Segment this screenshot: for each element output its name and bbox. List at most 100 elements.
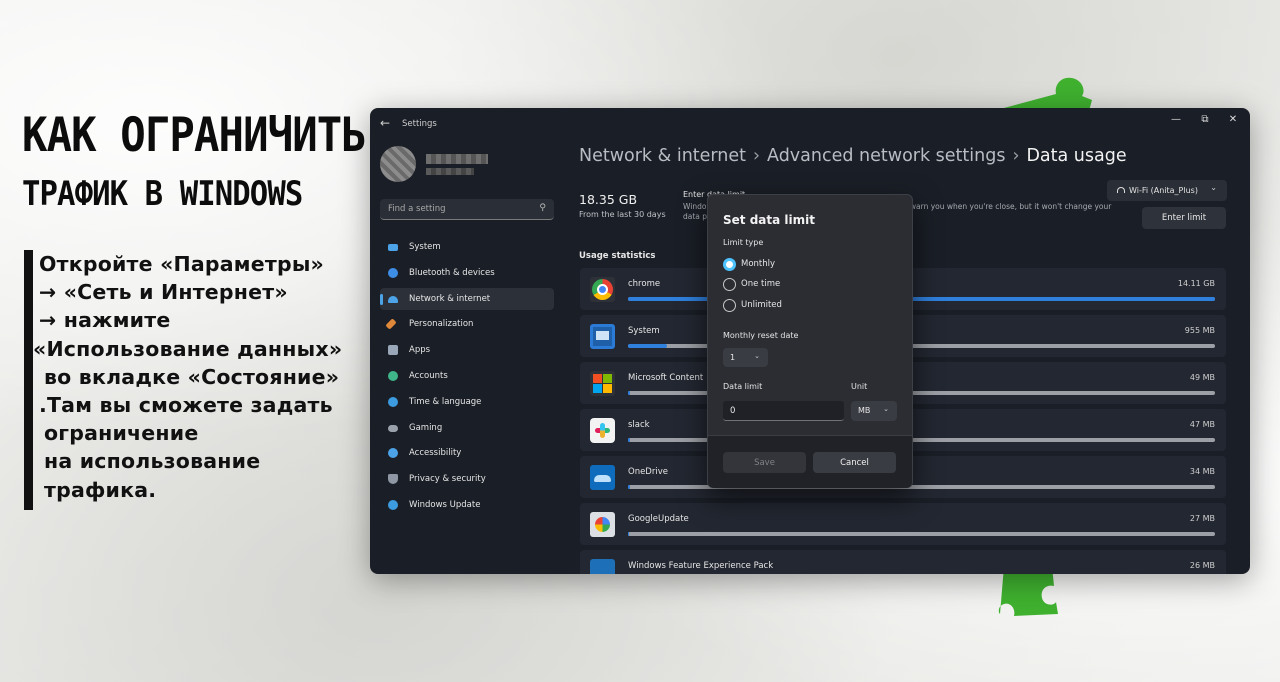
instruction-line: Откройте «Параметры» [39, 252, 325, 276]
radio-one-time[interactable] [723, 278, 736, 291]
chevron-down-icon: ⌄ [1210, 183, 1217, 192]
unit-dropdown[interactable]: MB ⌄ [851, 401, 897, 421]
bluetooth-icon [388, 267, 398, 278]
sidebar-item-label: Gaming [409, 422, 443, 433]
sidebar-item-accessibility[interactable]: Accessibility [380, 442, 554, 464]
sidebar-item-system[interactable]: System [380, 236, 554, 258]
system-app-icon [590, 324, 615, 349]
sidebar-item-privacy[interactable]: Privacy & security [380, 468, 554, 490]
instruction-line: трафика. [44, 477, 157, 502]
usage-statistics-heading: Usage statistics [579, 251, 656, 261]
sidebar-item-apps[interactable]: Apps [380, 339, 554, 361]
onedrive-icon [590, 465, 615, 490]
app-name: Windows Feature Experience Pack [628, 561, 774, 571]
enter-limit-button[interactable]: Enter limit [1142, 207, 1226, 229]
slack-icon [590, 418, 615, 443]
app-usage: 49 MB [1189, 373, 1215, 382]
sidebar-item-label: Network & internet [409, 293, 491, 304]
sidebar-item-personalization[interactable]: Personalization [380, 313, 554, 335]
sidebar-item-label: Bluetooth & devices [409, 267, 495, 278]
data-limit-label: Data limit [723, 382, 763, 391]
sidebar-item-accounts[interactable]: Accounts [380, 365, 554, 387]
usage-bar-fill [628, 344, 667, 348]
list-item[interactable]: Windows Feature Experience Pack 26 MB [580, 550, 1226, 574]
breadcrumb-network[interactable]: Network & internet [579, 146, 746, 166]
instruction-line: «Использование данных» [33, 336, 343, 361]
breadcrumb-advanced[interactable]: Advanced network settings [767, 146, 1005, 166]
chevron-down-icon: ⌄ [754, 352, 760, 360]
feature-pack-icon [590, 559, 615, 574]
instruction-line: во вкладке «Состояние» [44, 364, 340, 389]
sidebar-item-bluetooth[interactable]: Bluetooth & devices [380, 262, 554, 284]
headline: КАК ОГРАНИЧИТЬ ТРАФИК В WINDOWS [22, 112, 404, 211]
reset-date-dropdown[interactable]: 1 ⌄ [723, 348, 768, 367]
account-email-blurred [426, 168, 474, 175]
sidebar-item-network[interactable]: Network & internet [380, 287, 554, 310]
accessibility-icon [388, 448, 398, 459]
sidebar-item-gaming[interactable]: Gaming [380, 417, 554, 439]
usage-bar-fill [628, 438, 631, 442]
instruction-line: → «Сеть и Интернет» [39, 280, 288, 305]
sidebar-nav: System Bluetooth & devices Network & int… [380, 236, 554, 520]
instruction-line: ограничение [44, 421, 199, 446]
shield-icon [388, 474, 398, 485]
usage-bar [628, 532, 1215, 536]
headline-line-2: ТРАФИК В WINDOWS [22, 174, 303, 214]
avatar[interactable] [380, 146, 416, 182]
sidebar-item-label: Apps [409, 345, 431, 356]
app-usage: 26 MB [1189, 561, 1215, 570]
app-name: GoogleUpdate [628, 514, 689, 524]
breadcrumb-separator: › [1012, 146, 1020, 166]
radio-label: Monthly [741, 259, 776, 269]
total-usage-value: 18.35 GB [579, 192, 638, 207]
instruction-line: .Там вы сможете задать [39, 393, 333, 418]
globe-icon [388, 396, 398, 407]
app-usage: 27 MB [1189, 514, 1215, 523]
search-icon[interactable]: ⚲ [539, 203, 546, 213]
app-name: slack [628, 420, 650, 430]
minimize-icon[interactable]: — [1166, 114, 1186, 125]
sidebar-item-label: Privacy & security [409, 474, 486, 485]
radio-monthly[interactable] [723, 258, 736, 271]
unit-label: Unit [851, 382, 868, 391]
reset-date-value: 1 [730, 353, 736, 362]
instruction-line: → нажмите [39, 308, 171, 333]
maximize-icon[interactable]: ⧉ [1195, 114, 1215, 125]
data-limit-input[interactable]: 0 [723, 401, 844, 421]
close-icon[interactable]: ✕ [1223, 114, 1243, 125]
window-title: Settings [402, 119, 437, 129]
sidebar-item-label: Accounts [409, 370, 448, 381]
system-icon [388, 244, 398, 251]
microsoft-content-icon [590, 371, 615, 396]
limit-type-label: Limit type [723, 238, 764, 247]
dialog-title: Set data limit [723, 213, 815, 227]
sidebar-item-label: Accessibility [409, 448, 462, 459]
dialog-footer: Save Cancel [708, 435, 912, 488]
sidebar-item-label: Windows Update [409, 499, 481, 510]
sidebar-item-label: Time & language [409, 396, 482, 407]
usage-bar-fill [628, 532, 630, 536]
usage-bar-fill [628, 485, 630, 489]
app-name: OneDrive [628, 467, 668, 477]
google-update-icon [590, 512, 615, 537]
save-button[interactable]: Save [723, 452, 806, 473]
data-limit-value: 0 [730, 406, 736, 416]
app-usage: 47 MB [1189, 420, 1215, 429]
network-selector-value: Wi-Fi (Anita_Plus) [1129, 186, 1198, 195]
total-usage-period: From the last 30 days [579, 210, 666, 219]
sidebar-item-time-language[interactable]: Time & language [380, 391, 554, 413]
instructions-block: Откройте «Параметры» → «Сеть и Интернет»… [24, 250, 374, 510]
title-bar: ← Settings — ⧉ ✕ [370, 108, 1250, 140]
instruction-line: на использование [44, 449, 261, 474]
radio-unlimited[interactable] [723, 299, 736, 312]
back-arrow-icon[interactable]: ← [380, 116, 390, 130]
sidebar-item-label: Personalization [409, 319, 474, 330]
gaming-icon [388, 424, 398, 432]
sidebar-item-windows-update[interactable]: Windows Update [380, 494, 554, 516]
list-item[interactable]: GoogleUpdate 27 MB [580, 503, 1226, 545]
wifi-icon [388, 295, 398, 303]
accounts-icon [388, 370, 398, 381]
cancel-button[interactable]: Cancel [813, 452, 896, 473]
network-selector[interactable]: Wi-Fi (Anita_Plus) ⌄ [1107, 180, 1227, 201]
search-input[interactable]: Find a setting ⚲ [380, 199, 554, 220]
